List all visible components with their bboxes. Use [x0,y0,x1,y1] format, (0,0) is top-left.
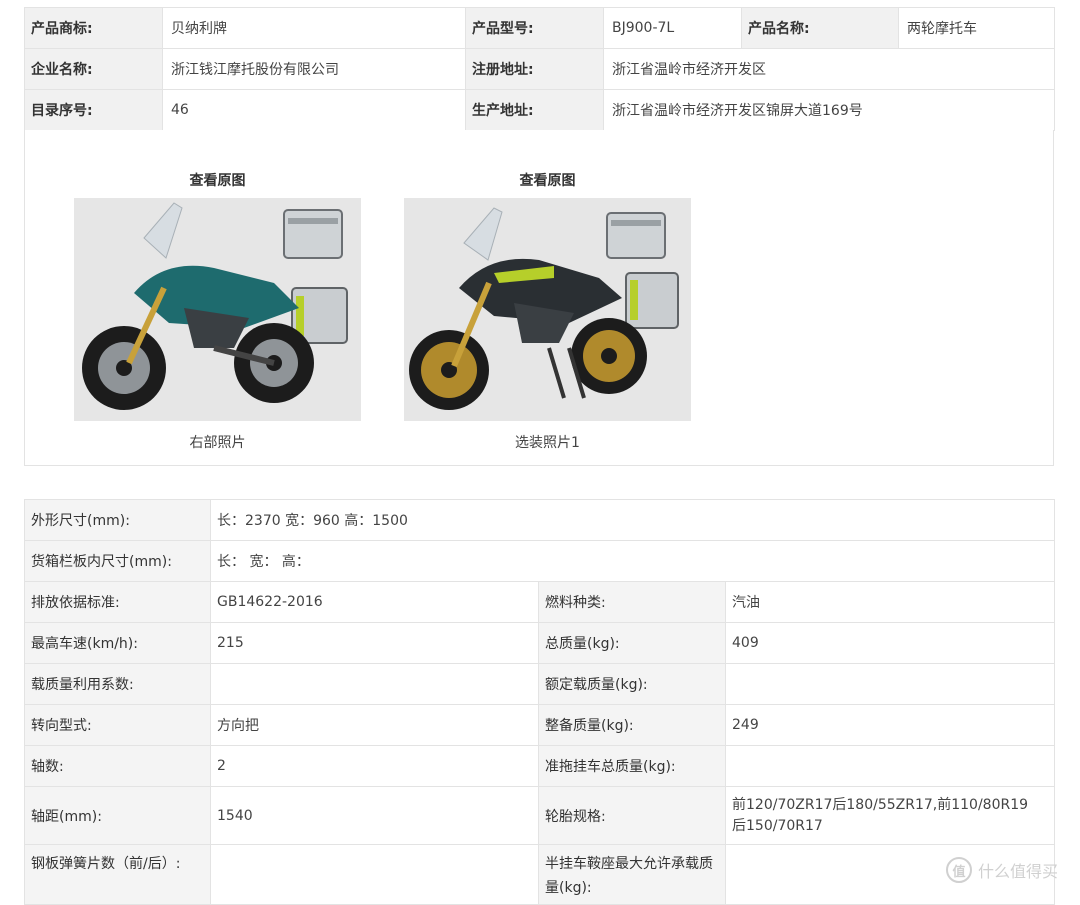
spec-row: 轴数: 2 准拖挂车总质量(kg): [24,745,1056,787]
motorcycle-photo-right[interactable] [74,198,361,421]
prod-address-value: 浙江省温岭市经济开发区锦屏大道169号 [603,89,1055,131]
gross-mass-label: 总质量(kg): [538,622,726,664]
max-speed-value: 215 [210,622,539,664]
curb-mass-label: 整备质量(kg): [538,704,726,746]
watermark-text: 什么值得买 [977,862,1058,881]
axles-label: 轴数: [24,745,211,787]
product-info-table: 产品商标: 贝纳利牌 产品型号: BJ900-7L 产品名称: 两轮摩托车 企业… [24,7,1055,131]
wheelbase-value: 1540 [210,786,539,845]
spring-label: 钢板弹簧片数（前/后）: [24,844,211,905]
rated-load-label: 额定载质量(kg): [538,663,726,705]
product-name-value: 两轮摩托车 [898,7,1055,49]
info-row-catalog: 目录序号: 46 生产地址: 浙江省温岭市经济开发区锦屏大道169号 [24,89,1055,131]
load-coef-value [210,663,539,705]
photo-optional-1: 查看原图 选装照片1 [404,172,691,452]
specs-table: 外形尺寸(mm): 长：2370 宽：960 高：1500 货箱栏板内尺寸(mm… [24,499,1056,905]
cargo-value: 长： 宽： 高： [209,540,1056,582]
spec-row: 转向型式: 方向把 整备质量(kg): 249 [24,704,1056,746]
reg-address-label: 注册地址: [465,48,604,90]
spec-row: 载质量利用系数: 额定载质量(kg): [24,663,1056,705]
axles-value: 2 [210,745,539,787]
photo-right: 查看原图 右部照片 [74,172,361,452]
prod-address-label: 生产地址: [465,89,604,131]
tire-line-2: 后150/70R17 [732,817,823,834]
photo-caption: 选装照片1 [515,435,580,451]
saddle-label: 半挂车鞍座最大允许承载质量(kg): [538,844,726,905]
brand-label: 产品商标: [24,7,163,49]
wheelbase-label: 轴距(mm): [24,786,211,845]
model-label: 产品型号: [465,7,604,49]
brand-value: 贝纳利牌 [162,7,466,49]
load-coef-label: 载质量利用系数: [24,663,211,705]
fuel-label: 燃料种类: [538,581,726,623]
emission-value: GB14622-2016 [210,581,539,623]
photo-gallery: 查看原图 右部照片 查看原图 选装照片1 [24,130,1054,466]
fuel-value: 汽油 [724,581,1056,623]
spec-row-spring: 钢板弹簧片数（前/后）: 半挂车鞍座最大允许承载质量(kg): [24,844,1056,905]
spec-row: 排放依据标准: GB14622-2016 燃料种类: 汽油 [24,581,1056,623]
steering-label: 转向型式: [24,704,211,746]
dims-label: 外形尺寸(mm): [24,499,211,541]
photo-caption: 右部照片 [189,435,246,451]
max-speed-label: 最高车速(km/h): [24,622,211,664]
tire-value: 前120/70ZR17后180/55ZR17,前110/80R19 后150/7… [724,786,1056,845]
motorcycle-image [409,207,679,410]
spec-row-cargo: 货箱栏板内尺寸(mm): 长： 宽： 高： [24,540,1056,582]
gross-mass-value: 409 [724,622,1056,664]
watermark-logo-icon: 值 [945,857,972,883]
company-value: 浙江钱江摩托股份有限公司 [162,48,466,90]
tire-label: 轮胎规格: [538,786,726,845]
spec-row-dims: 外形尺寸(mm): 长：2370 宽：960 高：1500 [24,499,1056,541]
catalog-no-label: 目录序号: [24,89,163,131]
view-original-link[interactable]: 查看原图 [74,172,361,190]
trailer-mass-value [724,745,1056,787]
watermark: 值 什么值得买 [945,857,1058,883]
tire-line-1: 前120/70ZR17后180/55ZR17,前110/80R19 [732,796,1029,813]
motorcycle-image [82,202,348,410]
rated-load-value [724,663,1056,705]
company-label: 企业名称: [24,48,163,90]
catalog-no-value: 46 [162,89,466,131]
info-row-company: 企业名称: 浙江钱江摩托股份有限公司 注册地址: 浙江省温岭市经济开发区 [24,48,1055,90]
reg-address-value: 浙江省温岭市经济开发区 [603,48,1055,90]
motorcycle-photo-optional[interactable] [404,198,691,421]
emission-label: 排放依据标准: [24,581,211,623]
steering-value: 方向把 [210,704,539,746]
info-row-brand: 产品商标: 贝纳利牌 产品型号: BJ900-7L 产品名称: 两轮摩托车 [24,7,1055,49]
view-original-link[interactable]: 查看原图 [404,172,691,190]
cargo-label: 货箱栏板内尺寸(mm): [24,540,211,582]
dims-value: 长：2370 宽：960 高：1500 [209,499,1056,541]
spec-row-wheelbase: 轴距(mm): 1540 轮胎规格: 前120/70ZR17后180/55ZR1… [24,786,1056,845]
spec-row: 最高车速(km/h): 215 总质量(kg): 409 [24,622,1056,664]
product-name-label: 产品名称: [741,7,899,49]
model-value: BJ900-7L [603,7,742,49]
curb-mass-value: 249 [724,704,1056,746]
trailer-mass-label: 准拖挂车总质量(kg): [538,745,726,787]
spring-value [210,844,539,905]
